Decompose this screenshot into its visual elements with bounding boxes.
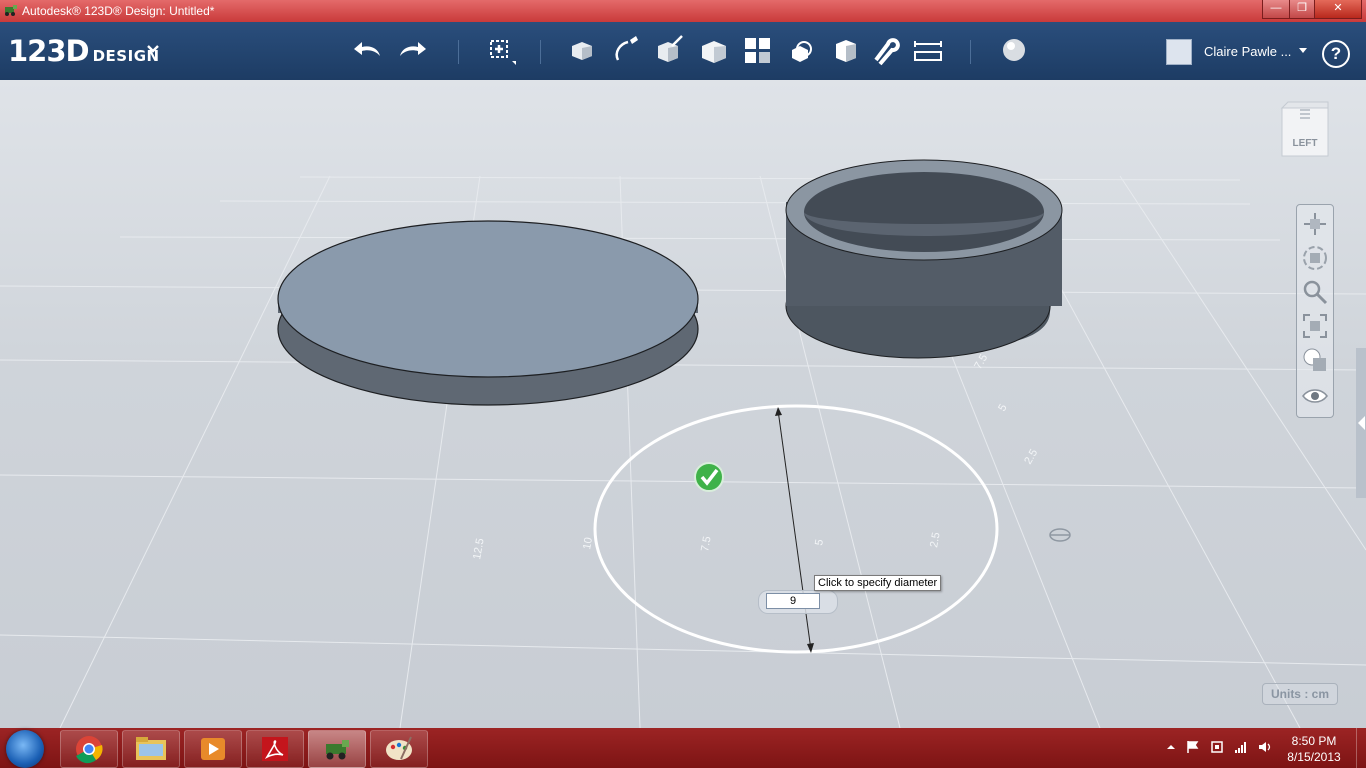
combine-icon[interactable] — [830, 34, 862, 66]
toolbar-separator — [970, 40, 971, 64]
chevron-down-icon[interactable] — [1298, 47, 1308, 55]
measure-icon[interactable] — [912, 34, 944, 66]
toolbar-separator — [458, 40, 459, 64]
media-player-icon — [201, 738, 225, 760]
scene-canvas: 12.5 10 7.5 5 2.5 2.5 5 7.5 — [0, 159, 1366, 728]
undo-icon[interactable] — [352, 34, 384, 66]
minimize-button[interactable]: — — [1262, 0, 1290, 19]
grid-label: 5 — [996, 402, 1009, 413]
grid-label: 7.5 — [972, 352, 990, 371]
navigation-bar — [1296, 204, 1334, 418]
disc-object[interactable] — [277, 220, 699, 406]
orbit-icon[interactable] — [1300, 243, 1330, 273]
taskbar: 8:50 PM 8/15/2013 — [0, 728, 1366, 768]
logo-number: 123D — [8, 34, 90, 68]
grid-label: 10 — [581, 536, 595, 550]
origin-marker — [1049, 528, 1071, 542]
taskbar-explorer[interactable] — [122, 730, 180, 768]
main-toolbar: 123D DESIGN Claire Pawle ... ? — [0, 22, 1366, 80]
taskbar-acrobat[interactable] — [246, 730, 304, 768]
material-icon[interactable] — [998, 34, 1030, 66]
tooltip: Click to specify diameter — [814, 575, 942, 591]
transform-icon[interactable] — [484, 34, 516, 66]
group-icon[interactable] — [786, 34, 818, 66]
avatar[interactable] — [1166, 39, 1192, 65]
viewcube[interactable]: LEFT — [1280, 100, 1330, 162]
clock-time: 8:50 PM — [1291, 734, 1337, 748]
app-logo[interactable]: 123D DESIGN — [8, 34, 160, 68]
cylinder-object[interactable] — [785, 159, 1063, 359]
snap-icon[interactable] — [868, 34, 900, 66]
redo-icon[interactable] — [396, 34, 428, 66]
units-button[interactable]: Units : cm — [1262, 683, 1338, 705]
app-window: Autodesk® 123D® Design: Untitled* — ❐ ✕ … — [0, 0, 1366, 768]
chevron-left-icon[interactable] — [1358, 416, 1365, 430]
grid-label: 12.5 — [471, 537, 487, 560]
view-mode-icon[interactable] — [1300, 345, 1330, 375]
maximize-button[interactable]: ❐ — [1289, 0, 1315, 19]
toolbar-separator — [540, 40, 541, 64]
clock-date: 8/15/2013 — [1287, 750, 1341, 764]
taskbar-paint[interactable] — [370, 730, 428, 768]
pattern-icon[interactable] — [742, 34, 774, 66]
close-button[interactable]: ✕ — [1314, 0, 1362, 19]
app-icon — [5, 5, 17, 16]
network-icon[interactable] — [1234, 740, 1248, 754]
clock[interactable]: 8:50 PM 8/15/2013 — [1280, 733, 1348, 765]
construct-icon[interactable] — [654, 34, 686, 66]
flag-icon[interactable] — [1186, 740, 1200, 754]
pan-icon[interactable] — [1300, 209, 1330, 239]
primitives-icon[interactable] — [566, 34, 598, 66]
modify-icon[interactable] — [698, 34, 730, 66]
paint-icon — [386, 736, 412, 760]
workplane-grid — [0, 175, 1366, 728]
123d-design-icon — [326, 740, 349, 760]
grid-label: 2.5 — [928, 531, 942, 548]
user-name[interactable]: Claire Pawle ... — [1204, 44, 1291, 59]
taskbar-chrome[interactable] — [60, 730, 118, 768]
chevron-up-icon[interactable] — [1164, 740, 1178, 754]
grid-label: 2.5 — [1022, 447, 1040, 466]
help-button[interactable]: ? — [1322, 40, 1350, 68]
acrobat-icon — [262, 737, 288, 761]
volume-icon[interactable] — [1258, 740, 1272, 754]
zoom-icon[interactable] — [1300, 277, 1330, 307]
viewport[interactable]: 12.5 10 7.5 5 2.5 2.5 5 7.5 LEFT 9 Click… — [0, 80, 1366, 728]
taskbar-123d[interactable] — [308, 730, 366, 768]
sketch-circle[interactable] — [593, 404, 999, 654]
file-explorer-icon — [136, 737, 166, 760]
start-button[interactable] — [6, 730, 44, 768]
device-icon[interactable] — [1210, 740, 1224, 754]
grid-label: 5 — [813, 538, 826, 546]
diameter-input[interactable] — [766, 593, 820, 609]
window-title: Autodesk® 123D® Design: Untitled* — [22, 4, 215, 18]
title-bar: Autodesk® 123D® Design: Untitled* — ❐ ✕ — [0, 0, 1366, 22]
fit-icon[interactable] — [1300, 311, 1330, 341]
sketch-icon[interactable] — [610, 34, 642, 66]
viewcube-label: LEFT — [1293, 138, 1318, 149]
chevron-down-icon[interactable] — [146, 42, 160, 56]
confirm-icon[interactable] — [694, 462, 724, 492]
grid-label: 7.5 — [699, 535, 713, 552]
taskbar-media[interactable] — [184, 730, 242, 768]
chrome-icon — [76, 736, 103, 764]
show-desktop-button[interactable] — [1356, 728, 1366, 768]
visibility-icon[interactable] — [1300, 381, 1330, 411]
